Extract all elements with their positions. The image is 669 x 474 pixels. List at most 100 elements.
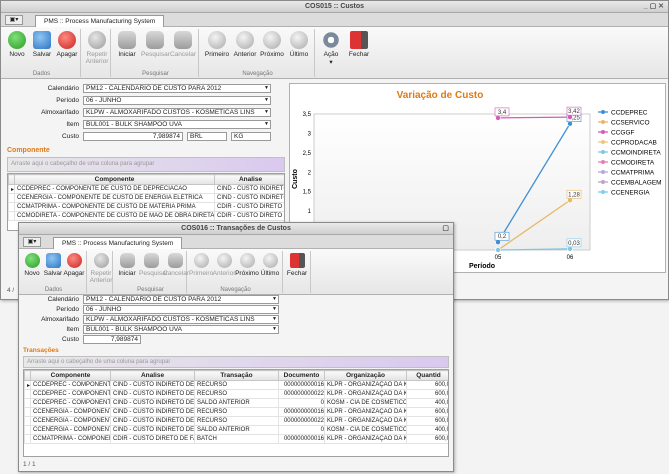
window-controls[interactable]: _ ▢ ✕: [644, 1, 664, 13]
calendario-value: PM12 - CALENDARIO DE CUSTO PARA 2012: [86, 85, 222, 92]
table-row[interactable]: CCENERGIA - COMPONENTE DE CUSTO DE ENERG…: [8, 193, 284, 203]
custo-field[interactable]: 7,989874: [83, 335, 141, 344]
delete-icon: [58, 31, 76, 49]
calendario-value: PM12 - CALENDARIO DE CUSTO PARA 2012: [86, 296, 222, 303]
main-status: 4 /: [7, 287, 15, 294]
column-header-documento[interactable]: Documento: [278, 370, 325, 381]
database-cancel-icon: [174, 31, 192, 49]
table-row[interactable]: CCENERGIA - COMPONENTE DE CU...CIND - CU…: [24, 416, 448, 426]
ribbon-group-pesquisar: Iniciar Pesquisar Cancelar Pesquisar: [113, 29, 199, 77]
column-header-componente[interactable]: Componente: [14, 174, 215, 185]
group-label-pesquisar: Pesquisar: [137, 287, 164, 293]
column-header-organizacao[interactable]: Organização: [324, 370, 407, 381]
legend-entry: CCDEPREC: [611, 110, 648, 117]
previous-icon: [216, 253, 232, 268]
salvar-button[interactable]: Salvar: [42, 251, 64, 277]
table-row[interactable]: CCENERGIA - COMPONENTE DE CU...CIND - CU…: [24, 407, 448, 417]
cell-componente: CCENERGIA - COMPONENTE DE CU...: [30, 416, 111, 426]
column-header-quantidade[interactable]: Quantid: [406, 370, 448, 381]
cancelar-button[interactable]: Cancelar: [169, 29, 197, 58]
custo-label: Custo: [62, 336, 79, 343]
group-by-hint[interactable]: Arraste aqui o cabeçalho de uma coluna p…: [23, 356, 449, 368]
table-row[interactable]: CCDEPREC - COMPONENTE DE CUS...CIND - CU…: [24, 398, 448, 408]
cell-componente: CCDEPREC - COMPONENTE DE CUS...: [30, 380, 111, 390]
quick-access-icon[interactable]: ▣▾: [5, 15, 23, 25]
anterior-button[interactable]: Anterior: [212, 251, 236, 277]
y-tick-label: 1: [308, 209, 312, 215]
acao-button[interactable]: Ação ▾: [317, 29, 345, 66]
table-row[interactable]: CCMATPRIMA - COMPONENTE DE C...CDIR - CU…: [24, 434, 448, 444]
ribbon-group-acao: Ação ▾ Fechar: [317, 29, 375, 77]
novo-button[interactable]: Novo: [3, 29, 31, 58]
main-form: Calendário PM12 - CALENDARIO DE CUSTO PA…: [1, 83, 281, 145]
column-header-componente[interactable]: Componente: [30, 370, 111, 381]
custo-field[interactable]: 7,989874: [83, 132, 183, 141]
column-header-analise[interactable]: Analise: [214, 174, 284, 185]
table-row[interactable]: CCDEPREC - COMPONENTE DE CUS...CIND - CU…: [24, 389, 448, 399]
primeiro-button[interactable]: Primeiro: [189, 251, 213, 277]
cell-quantidade: 600,0: [406, 407, 448, 417]
database-search-icon: [119, 253, 135, 268]
cell-transacao: RECURSO: [194, 380, 279, 390]
calendario-select[interactable]: PM12 - CALENDARIO DE CUSTO PARA 2012 ▼: [83, 84, 271, 93]
window-controls[interactable]: ▢: [442, 223, 449, 235]
apagar-button[interactable]: Apagar: [63, 251, 85, 277]
table-row[interactable]: ▸CCDEPREC - COMPONENTE DE CUS...CIND - C…: [24, 380, 448, 390]
tab-pms[interactable]: PMS :: Process Manufacturing System: [53, 237, 183, 249]
cell-documento: 000000000022: [278, 389, 325, 399]
repetir-anterior-button[interactable]: Repetir Anterior: [83, 29, 111, 65]
unidade-field[interactable]: KG: [231, 132, 271, 141]
table-row[interactable]: CCMODIRETA - COMPONENTE DE CUSTO DE MAO …: [8, 211, 284, 221]
database-search-icon: [118, 31, 136, 49]
y-tick-label: 1,5: [303, 190, 312, 196]
cancelar-button[interactable]: Cancelar: [163, 251, 189, 277]
fechar-button[interactable]: Fechar: [345, 29, 373, 58]
cell-transacao: SALDO ANTERIOR: [194, 425, 279, 435]
iniciar-button[interactable]: Iniciar: [113, 29, 141, 58]
periodo-select[interactable]: 06 - JUNHO ▼: [83, 305, 279, 314]
legend-entry: CCMATPRIMA: [611, 170, 655, 177]
almoxarifado-select[interactable]: KLPW - ALMOXARIFADO CUSTOS - KOSMETICAS …: [83, 108, 271, 117]
cell-transacao: RECURSO: [194, 416, 279, 426]
proximo-button[interactable]: Próximo: [235, 251, 259, 277]
data-label: 1,28: [568, 192, 580, 198]
ultimo-button[interactable]: Último: [285, 29, 313, 58]
iniciar-button[interactable]: Iniciar: [115, 251, 139, 277]
item-value: BUL001 - BULK SHAMPOO UVA: [86, 121, 182, 128]
legend-entry: CCGGF: [611, 130, 635, 137]
proximo-button[interactable]: Próximo: [258, 29, 286, 58]
section-componente: Componente: [7, 147, 50, 154]
almoxarifado-select[interactable]: KLPW - ALMOXARIFADO CUSTOS - KOSMETICAS …: [83, 315, 279, 324]
ribbon-group-dados: Novo Salvar Apagar Dados: [21, 251, 87, 293]
calendario-select[interactable]: PM12 - CALENDARIO DE CUSTO PARA 2012 ▼: [83, 295, 279, 304]
repetir-anterior-button[interactable]: Repetir Anterior: [89, 251, 113, 284]
item-select[interactable]: BUL001 - BULK SHAMPOO UVA ▼: [83, 325, 279, 334]
group-by-hint[interactable]: Arraste aqui o cabeçalho de uma coluna p…: [7, 157, 285, 172]
group-label-dados: Dados: [32, 71, 51, 77]
moeda-field[interactable]: BRL: [187, 132, 227, 141]
periodo-select[interactable]: 06 - JUNHO ▼: [83, 96, 271, 105]
last-icon: [290, 31, 308, 49]
tab-pms[interactable]: PMS :: Process Manufacturing System: [35, 15, 165, 27]
primeiro-button[interactable]: Primeiro: [203, 29, 231, 58]
repeat-icon: [88, 31, 106, 49]
save-icon: [33, 31, 51, 49]
item-select[interactable]: BUL001 - BULK SHAMPOO UVA ▼: [83, 120, 271, 129]
table-row[interactable]: CCMATPRIMA - COMPONENTE DE CUSTO DE MATE…: [8, 202, 284, 212]
salvar-button[interactable]: Salvar: [28, 29, 56, 58]
column-header-transacao[interactable]: Transação: [194, 370, 279, 381]
quick-access-icon[interactable]: ▣▾: [23, 237, 41, 247]
column-header-analise[interactable]: Analise: [110, 370, 195, 381]
cell-analise: CIND - CUSTO INDIRETO DE FAB...: [110, 407, 195, 417]
novo-button[interactable]: Novo: [21, 251, 43, 277]
pesquisar-button[interactable]: Pesquisar: [139, 251, 168, 277]
cell-transacao: RECURSO: [194, 389, 279, 399]
chevron-down-icon: ▼: [264, 85, 269, 91]
table-row[interactable]: ▸ CCDEPREC - COMPONENTE DE CUSTO DE DEPRE…: [8, 184, 284, 194]
table-row[interactable]: CCENERGIA - COMPONENTE DE CU...CIND - CU…: [24, 425, 448, 435]
pesquisar-button[interactable]: Pesquisar: [141, 29, 170, 58]
apagar-button[interactable]: Apagar: [53, 29, 81, 58]
anterior-button[interactable]: Anterior: [231, 29, 259, 58]
ultimo-button[interactable]: Último: [258, 251, 282, 277]
fechar-button[interactable]: Fechar: [285, 251, 309, 277]
